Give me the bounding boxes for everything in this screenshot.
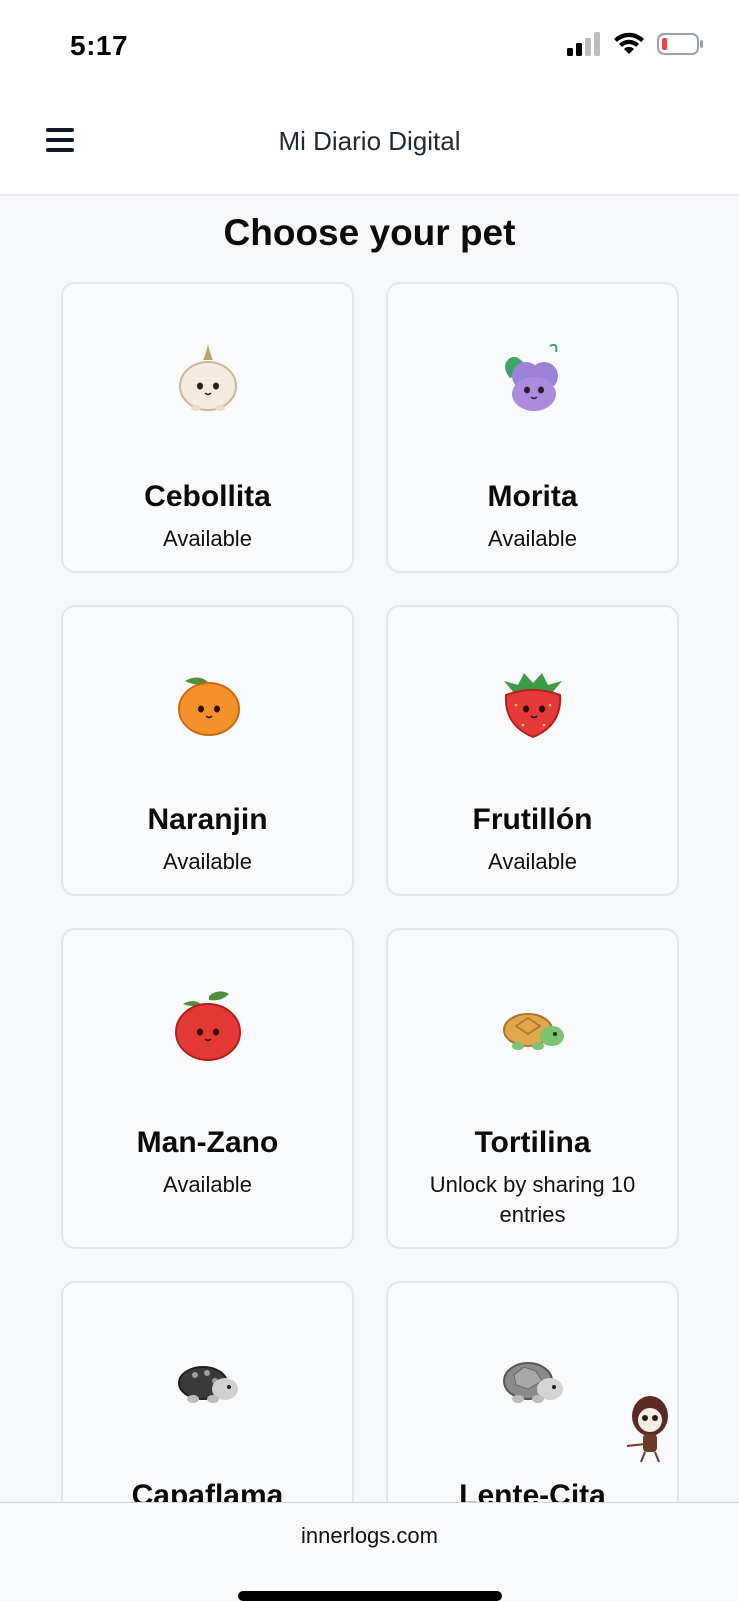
page-title: Choose your pet (223, 212, 516, 253)
floating-mascot-icon[interactable] (625, 1392, 675, 1464)
browser-footer: innerlogs.com (0, 1502, 739, 1601)
pet-card-cebollita[interactable]: Cebollita Available (61, 282, 354, 573)
pet-name: Capaflama (131, 1479, 284, 1502)
app-header: Mi Diario Digital (0, 96, 739, 196)
site-domain[interactable]: innerlogs.com (0, 1523, 739, 1549)
pet-card-naranjin[interactable]: Naranjin Available (61, 605, 354, 896)
pet-name: Man-Zano (136, 1126, 279, 1159)
battery-low-icon (657, 33, 703, 55)
signal-icon (567, 32, 600, 56)
pet-name: Frutillón (472, 803, 593, 836)
onion-pet-icon (178, 344, 237, 411)
strawberry-pet-icon (503, 673, 562, 739)
pet-status: Available (163, 849, 252, 874)
rock-turtle-locked-icon (502, 1362, 563, 1403)
shell-turtle-locked-icon (177, 1366, 238, 1403)
pet-card-frutillon[interactable]: Frutillón Available (386, 605, 679, 896)
pet-name: Tortilina (474, 1126, 591, 1159)
wifi-icon (614, 32, 644, 54)
pet-card-man-zano[interactable]: Man-Zano Available (61, 928, 354, 1249)
pet-name: Lente-Cita (459, 1479, 606, 1502)
pet-name: Morita (487, 480, 578, 513)
app-title: Mi Diario Digital (278, 126, 461, 156)
pet-grid: Cebollita Available Morita Available Nar… (61, 282, 679, 1502)
pet-card-capaflama[interactable]: Capaflama (61, 1281, 354, 1502)
pet-chooser: Choose your pet Cebollita Available Mori… (0, 196, 739, 1502)
status-time: 5:17 (70, 30, 129, 61)
pet-status: Available (163, 1172, 252, 1197)
pet-status: Available (488, 526, 577, 551)
orange-pet-icon (177, 677, 240, 736)
apple-pet-icon (174, 991, 241, 1061)
turtle-pet-icon (502, 1013, 564, 1050)
pet-status: Unlock by sharing 10 entries (429, 1172, 636, 1227)
pet-card-tortilina[interactable]: Tortilina Unlock by sharing 10 entries (386, 928, 679, 1249)
pet-name: Naranjin (147, 803, 268, 836)
status-icons (567, 32, 703, 56)
status-bar: 5:17 (0, 0, 739, 96)
pet-status: Available (163, 526, 252, 551)
pet-status: Available (488, 849, 577, 874)
grape-pet-icon (504, 343, 558, 411)
pet-card-morita[interactable]: Morita Available (386, 282, 679, 573)
pet-name: Cebollita (144, 480, 271, 513)
